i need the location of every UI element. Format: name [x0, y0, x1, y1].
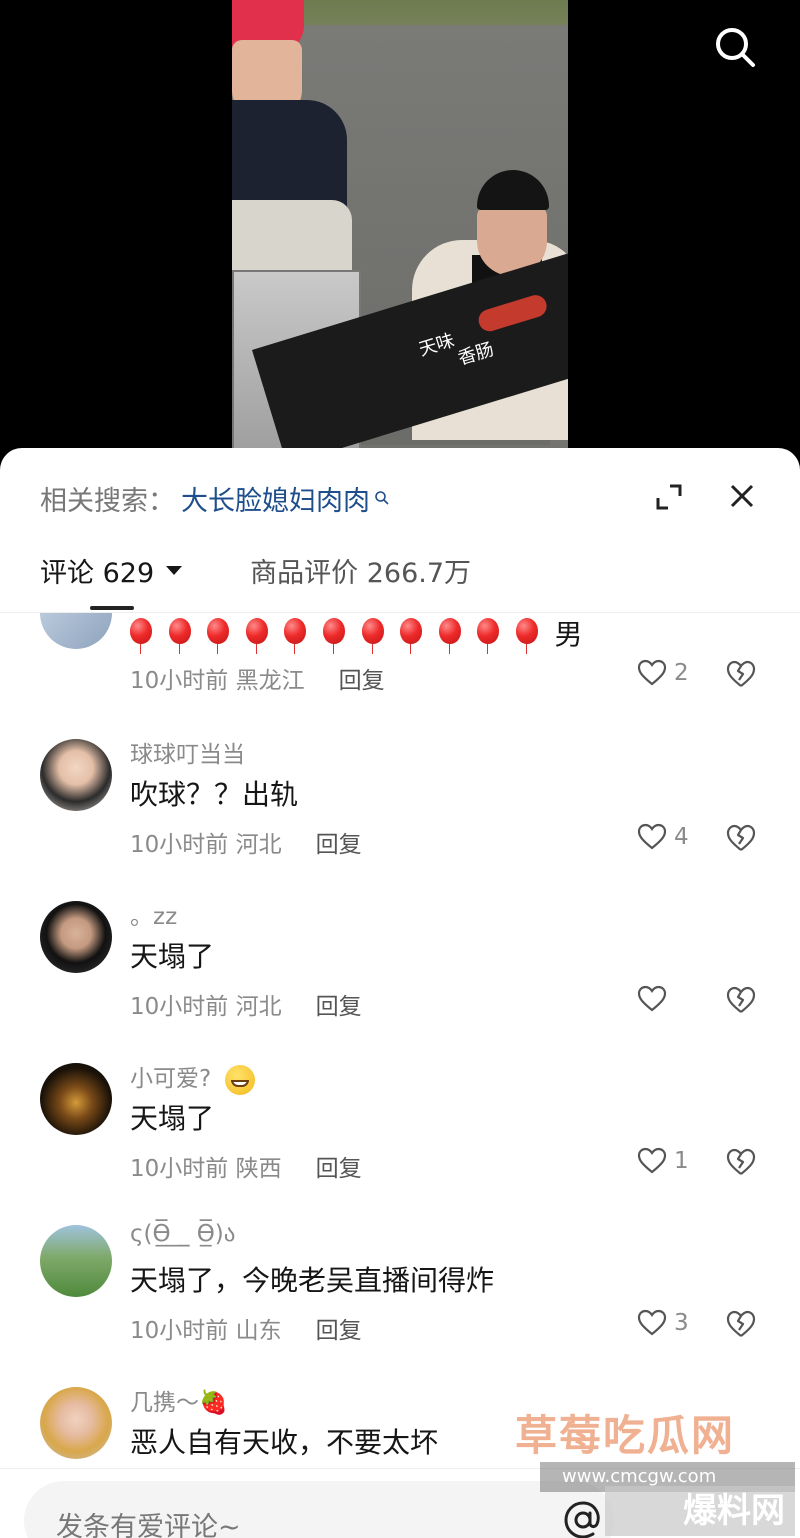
comment-item: ς(ϴ̲̅̅ ̲_̲ ϴ̲̅̅)ა 天塌了，今晚老吴直播间得炸 10小时前 山东…: [0, 1209, 800, 1371]
comment-text: 男: [554, 618, 583, 651]
comment-time: 10小时前: [130, 832, 229, 858]
like-button[interactable]: [636, 983, 674, 1015]
avatar[interactable]: [40, 739, 112, 811]
comment-username[interactable]: 小可爱?: [130, 1059, 255, 1095]
like-count: 2: [674, 660, 689, 686]
dislike-button[interactable]: [724, 1145, 758, 1179]
dislike-button[interactable]: [724, 657, 758, 691]
search-button[interactable]: [710, 22, 760, 72]
comment-meta: 10小时前 黑龙江 回复: [130, 661, 385, 695]
comment-location: 陕西: [235, 1156, 282, 1182]
reply-button[interactable]: 回复: [339, 661, 385, 695]
comment-time: 10小时前: [130, 1318, 229, 1344]
heart-icon: [637, 823, 667, 850]
tab-product-reviews[interactable]: 商品评价 266.7万: [250, 551, 471, 590]
comment-location: 山东: [235, 1318, 282, 1344]
expand-icon: [656, 484, 682, 510]
comment-content: 天塌了，今晚老吴直播间得炸: [130, 1264, 495, 1297]
avatar[interactable]: [40, 1387, 112, 1459]
like-count: 3: [674, 1310, 689, 1336]
comment-time: 10小时前: [130, 668, 229, 694]
comment-item: 。zz 天塌了 10小时前 河北 回复: [0, 885, 800, 1047]
comment-location: 河北: [235, 832, 282, 858]
video-player[interactable]: 天味 香肠: [0, 0, 800, 470]
broken-heart-icon: [726, 660, 756, 687]
close-icon: [730, 484, 754, 508]
comment-content: 吹球？？出轨: [130, 778, 299, 811]
reply-button[interactable]: 回复: [316, 1149, 362, 1183]
tab-active-indicator: [90, 606, 134, 610]
like-count: 4: [674, 824, 689, 850]
heart-icon: [637, 659, 667, 686]
reply-button[interactable]: 回复: [316, 987, 362, 1021]
like-button[interactable]: 3: [636, 1307, 689, 1339]
comment-username[interactable]: 几携～🍓: [130, 1383, 228, 1417]
comment-list[interactable]: 男 10小时前 黑龙江 回复 2 球球叮当当 吹球？？出轨 10小时前 河北 回…: [0, 613, 800, 1468]
mention-button[interactable]: [560, 1497, 606, 1538]
expand-button[interactable]: [652, 480, 686, 514]
avatar[interactable]: [40, 901, 112, 973]
related-search-link[interactable]: 大长脸媳妇肉肉: [181, 479, 370, 518]
comment-meta: 10小时前 河北 回复: [130, 987, 362, 1021]
like-button[interactable]: 4: [636, 821, 689, 853]
search-icon: [716, 28, 755, 67]
video-frame[interactable]: 天味 香肠: [232, 0, 568, 470]
comment-username[interactable]: 球球叮当当: [130, 735, 245, 769]
like-button[interactable]: 1: [636, 1145, 689, 1177]
comment-time: 10小时前: [130, 994, 229, 1020]
broken-heart-icon: [726, 1148, 756, 1175]
comment-location: 黑龙江: [235, 668, 305, 694]
comment-item: 球球叮当当 吹球？？出轨 10小时前 河北 回复 4: [0, 723, 800, 885]
comment-meta: 10小时前 山东 回复: [130, 1311, 362, 1345]
heart-icon: [637, 1147, 667, 1174]
at-sign-icon: [564, 1501, 600, 1538]
banner-text-left: 天味: [416, 329, 457, 361]
close-button[interactable]: [724, 478, 760, 514]
balloon-emojis: [130, 618, 555, 654]
comment-username[interactable]: ς(ϴ̲̅̅ ̲_̲ ϴ̲̅̅)ა: [130, 1221, 235, 1247]
broken-heart-icon: [726, 1310, 756, 1337]
related-search-prefix: 相关搜索：: [40, 485, 175, 517]
comment-location: 河北: [235, 994, 282, 1020]
reply-button[interactable]: 回复: [316, 825, 362, 859]
comment-content: 男: [130, 613, 583, 654]
comment-meta: 10小时前 陕西 回复: [130, 1149, 362, 1183]
caret-down-icon: [166, 565, 183, 575]
dislike-button[interactable]: [724, 821, 758, 855]
related-search[interactable]: 相关搜索： 大长脸媳妇肉肉: [40, 478, 390, 518]
comments-sheet: 相关搜索： 大长脸媳妇肉肉 评论 629 商品评价 266.7万 男 10小时前…: [0, 448, 800, 1538]
dislike-button[interactable]: [724, 983, 758, 1017]
search-icon: [375, 491, 389, 505]
comment-content: 天塌了: [130, 940, 215, 973]
tab-comments[interactable]: 评论 629: [40, 551, 183, 590]
comment-input-placeholder: 发条有爱评论~: [56, 1512, 241, 1538]
avatar[interactable]: [40, 1225, 112, 1297]
tab-comments-label: 评论 629: [40, 557, 155, 589]
like-button[interactable]: 2: [636, 657, 689, 689]
like-count: 1: [674, 1148, 689, 1174]
heart-icon: [637, 985, 667, 1012]
broken-heart-icon: [726, 824, 756, 851]
banner-text-right: 香肠: [455, 338, 497, 370]
comment-item: 小可爱? 天塌了 10小时前 陕西 回复 1: [0, 1047, 800, 1209]
grinning-emoji-icon: [224, 1064, 255, 1095]
avatar[interactable]: [40, 613, 112, 649]
reply-button[interactable]: 回复: [316, 1311, 362, 1345]
video-person-red-hair: [232, 0, 352, 300]
comment-username[interactable]: 。zz: [130, 897, 177, 931]
watermark-badge: 爆料网: [605, 1486, 795, 1536]
comment-input[interactable]: 发条有爱评论~: [24, 1481, 614, 1538]
comment-content: 恶人自有天收，不要太坏: [130, 1426, 439, 1459]
comment-username-text: 小可爱?: [130, 1066, 212, 1092]
heart-icon: [637, 1309, 667, 1336]
avatar[interactable]: [40, 1063, 112, 1135]
watermark-text: 草莓吃瓜网: [515, 1411, 736, 1460]
dislike-button[interactable]: [724, 1307, 758, 1341]
comment-meta: 10小时前 河北 回复: [130, 825, 362, 859]
broken-heart-icon: [726, 986, 756, 1013]
comment-tabs: 评论 629 商品评价 266.7万: [40, 548, 471, 592]
comment-time: 10小时前: [130, 1156, 229, 1182]
comment-content: 天塌了: [130, 1102, 215, 1135]
